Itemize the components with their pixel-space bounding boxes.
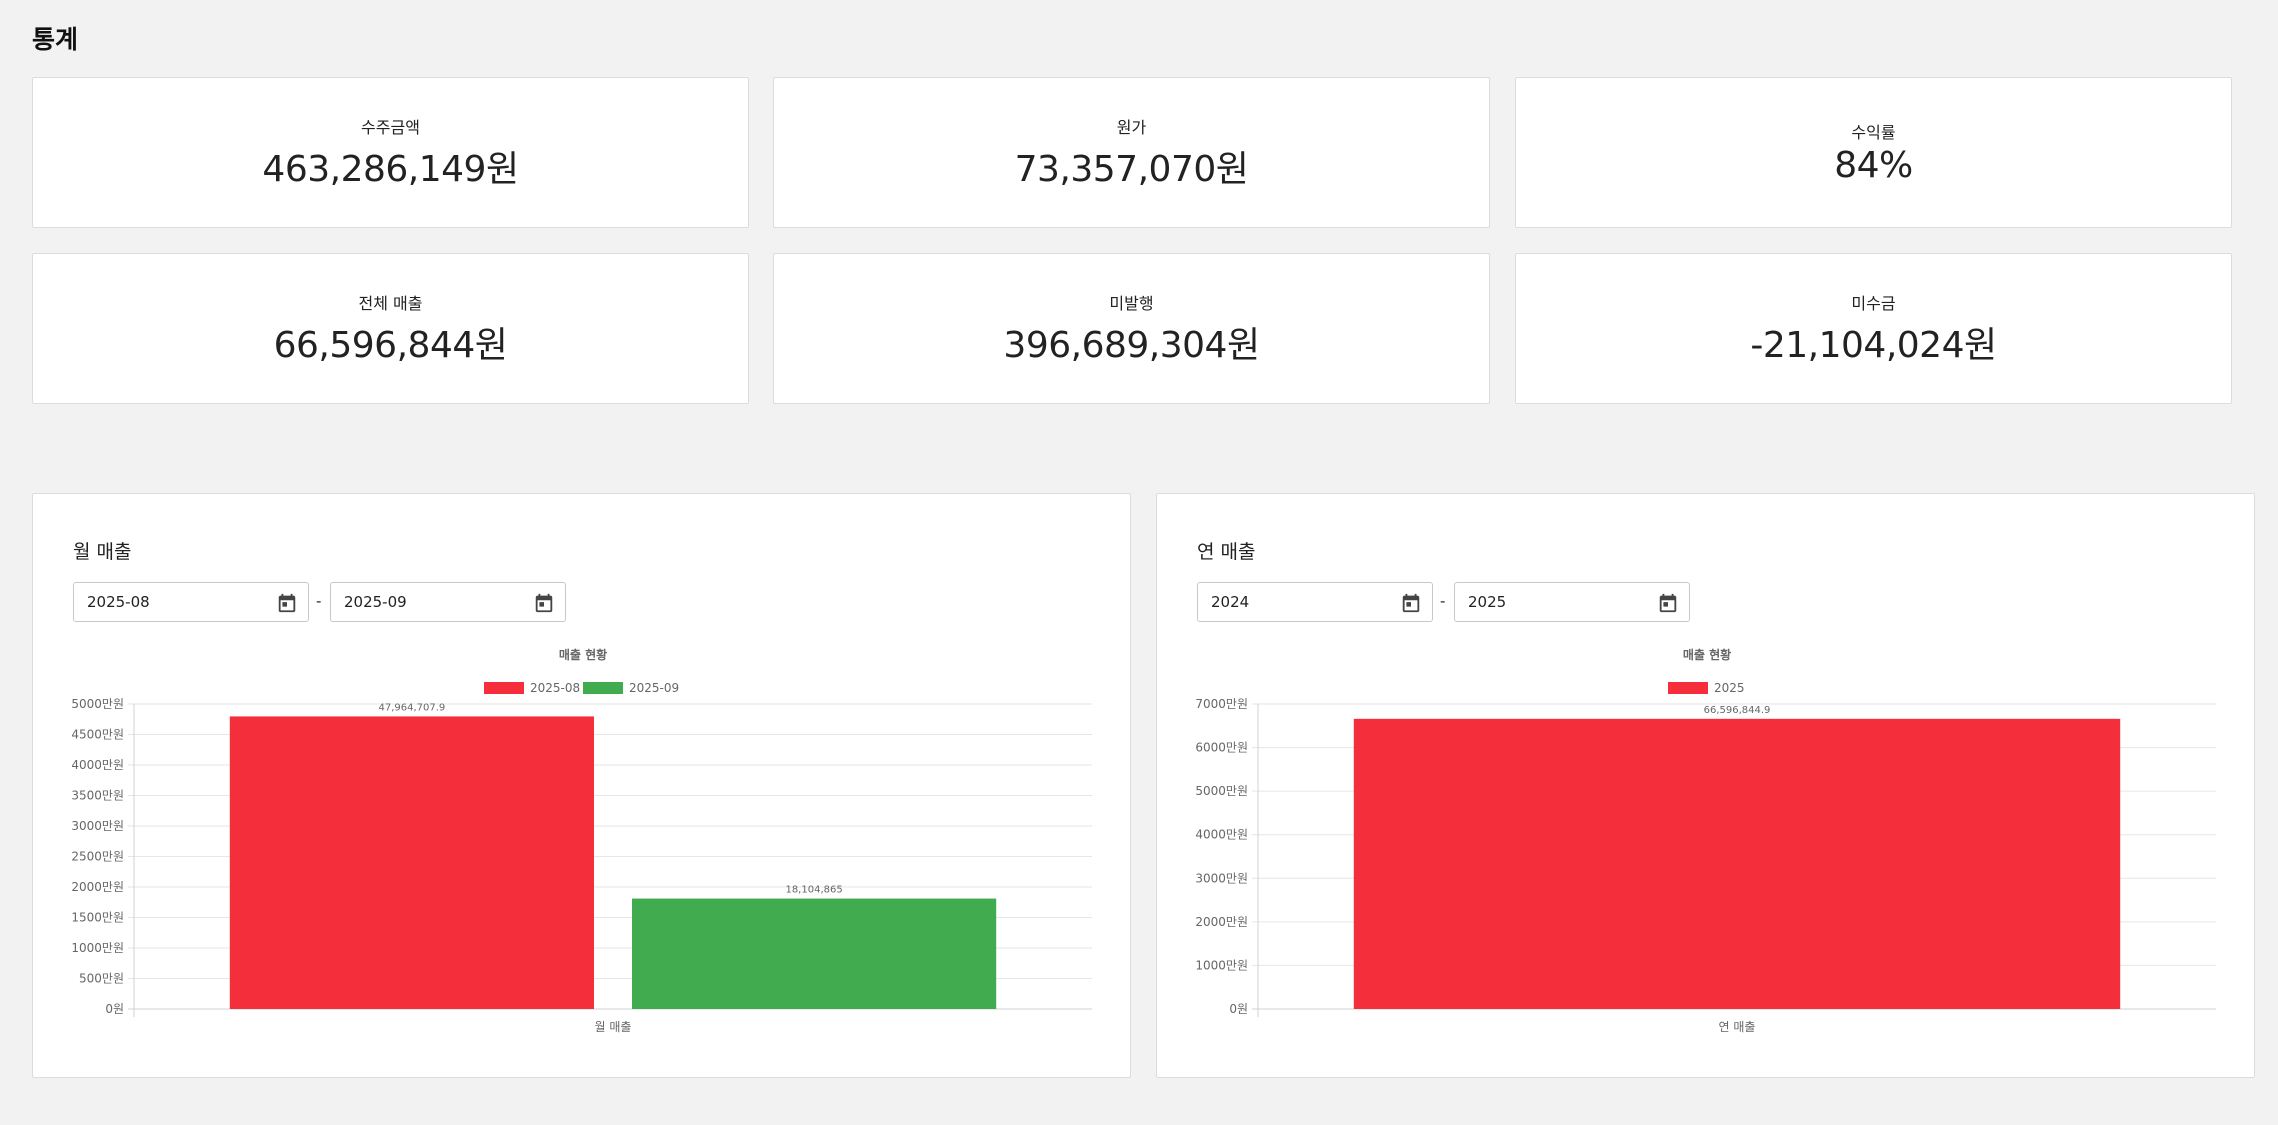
y-tick-label: 5000만원	[71, 697, 124, 711]
stat-value: 463,286,149원	[262, 148, 519, 190]
yearly-sales-chart: 매출 현황 2025 0원 1000만원 2000만원 3000만원 4000만원 5000만…	[1195, 647, 2216, 1034]
stat-card-receivables: 미수금 -21,104,024원	[1515, 253, 2232, 404]
stat-label: 전체 매출	[358, 293, 423, 313]
y-tick-label: 6000만원	[1195, 741, 1248, 755]
stat-card-profit-rate: 수익률 84%	[1515, 77, 2232, 228]
stat-value: 73,357,070원	[1014, 148, 1249, 190]
stat-label: 미발행	[1109, 293, 1154, 313]
stat-label: 원가	[1116, 117, 1147, 137]
y-tick-label: 2500만원	[71, 850, 124, 864]
legend-label: 2025-08	[530, 681, 580, 695]
stat-card-order-amount: 수주금액 463,286,149원	[32, 77, 749, 228]
y-tick-label: 0원	[105, 1002, 124, 1016]
chart-title: 매출 현황	[1683, 647, 1731, 662]
y-tick-label: 1000만원	[1195, 958, 1248, 972]
bar-2025-08	[229, 716, 595, 1009]
y-tick-label: 7000만원	[1195, 697, 1248, 711]
stat-card-cost: 원가 73,357,070원	[773, 77, 1490, 228]
bar-data-label: 47,964,707.9	[379, 702, 446, 713]
legend-label: 2025-09	[629, 681, 679, 695]
stat-label: 미수금	[1851, 293, 1896, 313]
bar-data-label: 66,596,844.9	[1704, 705, 1771, 716]
stat-label: 수주금액	[361, 117, 420, 137]
x-tick-label: 월 매출	[595, 1020, 632, 1034]
monthly-sales-card: 월 매출 2025-08 - 2025-09 매출 현황 2025-08 2025-…	[32, 493, 1131, 1078]
y-tick-label: 1000만원	[71, 941, 124, 955]
y-tick-label: 500만원	[79, 972, 124, 986]
bar-2025-09	[632, 898, 997, 1009]
yearly-sales-card: 연 매출 2024 - 2025 매출 현황 2025 0원 1000만원 2000만원…	[1156, 493, 2255, 1078]
bar-2025	[1353, 718, 2121, 1009]
y-tick-label: 5000만원	[1195, 784, 1248, 798]
y-tick-label: 2000만원	[1195, 915, 1248, 929]
y-tick-label: 3000만원	[1195, 871, 1248, 885]
y-tick-label: 4000만원	[71, 758, 124, 772]
y-tick-label: 4000만원	[1195, 828, 1248, 842]
monthly-sales-chart: 매출 현황 2025-08 2025-09 0원 500만원 1000만원 1500만원 20…	[71, 647, 1092, 1034]
legend-swatch	[484, 682, 524, 694]
y-tick-label: 1500만원	[71, 911, 124, 925]
y-tick-label: 3500만원	[71, 789, 124, 803]
y-tick-label: 4500만원	[71, 728, 124, 742]
stat-value: 84%	[1834, 145, 1913, 186]
stat-card-total-sales: 전체 매출 66,596,844원	[32, 253, 749, 404]
stat-card-unissued: 미발행 396,689,304원	[773, 253, 1490, 404]
y-tick-label: 2000만원	[71, 880, 124, 894]
stat-label: 수익률	[1851, 123, 1896, 142]
legend-swatch	[583, 682, 623, 694]
stat-value: 396,689,304원	[1003, 324, 1260, 366]
y-tick-label: 0원	[1229, 1002, 1248, 1016]
y-tick-label: 3000만원	[71, 819, 124, 833]
stat-value: 66,596,844원	[273, 324, 508, 366]
x-tick-label: 연 매출	[1719, 1020, 1756, 1034]
legend-label: 2025	[1714, 681, 1745, 695]
chart-title: 매출 현황	[559, 647, 607, 662]
stat-value: -21,104,024원	[1750, 324, 1997, 366]
legend-swatch	[1668, 682, 1708, 694]
bar-data-label: 18,104,865	[785, 885, 842, 896]
page-title: 통계	[32, 25, 79, 54]
